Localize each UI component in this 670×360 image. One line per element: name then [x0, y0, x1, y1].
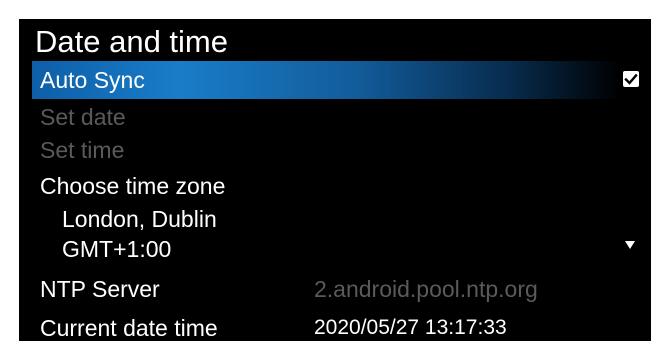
checkbox-checked-icon	[624, 73, 638, 85]
set-time-label: Set time	[40, 137, 125, 163]
auto-sync-row[interactable]: Auto Sync	[32, 61, 620, 99]
time-zone-offset: GMT+1:00	[62, 236, 172, 262]
current-date-time-label: Current date time	[40, 315, 218, 341]
ntp-server-label: NTP Server	[40, 276, 160, 302]
ntp-server-value: 2.android.pool.ntp.org	[314, 276, 538, 302]
page-title: Date and time	[35, 24, 228, 59]
choose-time-zone-label: Choose time zone	[40, 173, 226, 199]
auto-sync-label: Auto Sync	[40, 67, 145, 93]
current-date-time-value: 2020/05/27 13:17:33	[314, 316, 507, 339]
dropdown-arrow-icon[interactable]	[625, 241, 635, 249]
date-time-settings-panel: Date and time Auto Sync Set date Set tim…	[19, 19, 651, 341]
auto-sync-checkbox[interactable]	[623, 71, 639, 87]
time-zone-city: London, Dublin	[62, 206, 217, 232]
